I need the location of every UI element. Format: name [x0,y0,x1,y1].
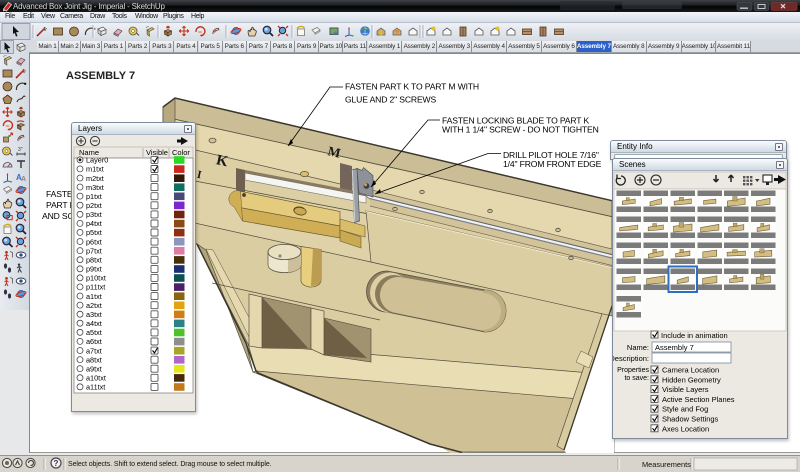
svg-text:p6txt: p6txt [86,237,102,246]
svg-text:Layer0: Layer0 [86,156,108,165]
svg-text:Assembly 7: Assembly 7 [655,343,694,352]
svg-text:Axes Location: Axes Location [662,424,709,433]
svg-text:p2txt: p2txt [86,201,102,210]
svg-text:Description:: Description: [613,354,649,363]
svg-text:m1txt: m1txt [86,165,104,174]
svg-text:Name:: Name: [627,343,649,352]
svg-text:Shadow Settings: Shadow Settings [662,415,719,424]
svg-text:Camera Location: Camera Location [662,366,719,375]
svg-text:a9txt: a9txt [86,364,102,373]
svg-text:a7txt: a7txt [86,346,102,355]
svg-text:Include in animation: Include in animation [661,331,728,340]
svg-text:a8txt: a8txt [86,355,102,364]
svg-text:Properties: Properties [617,367,649,374]
svg-text:WITH 1 1/4" SCREW - DO NOT TIG: WITH 1 1/4" SCREW - DO NOT TIGHTEN [442,125,599,135]
svg-text:a1txt: a1txt [86,292,102,301]
svg-text:m2txt: m2txt [86,174,104,183]
svg-text:p3txt: p3txt [86,210,102,219]
svg-text:1/4" FROM FRONT EDGE: 1/4" FROM FRONT EDGE [503,159,602,169]
svg-text:a4txt: a4txt [86,319,102,328]
svg-text:a10txt: a10txt [86,374,106,383]
svg-text:a11txt: a11txt [86,383,105,392]
svg-text:Visible Layers: Visible Layers [662,385,709,394]
svg-text:m3txt: m3txt [86,183,104,192]
svg-text:p9txt: p9txt [86,265,102,274]
svg-text:a3txt: a3txt [86,310,102,319]
svg-text:FASTEN PART K TO PART M WITH: FASTEN PART K TO PART M WITH [345,82,479,92]
svg-text:p4txt: p4txt [86,219,102,228]
svg-text:Measurements: Measurements [642,460,691,469]
svg-text:a2txt: a2txt [86,301,102,310]
svg-text:a6txt: a6txt [86,337,102,346]
svg-text:Active Section Planes: Active Section Planes [662,395,735,404]
svg-text:a5txt: a5txt [86,328,102,337]
svg-text:Hidden Geometry: Hidden Geometry [662,375,721,384]
svg-text:3": 3" [18,147,23,153]
svg-text:Select objects. Shift to exten: Select objects. Shift to extend select. … [68,461,272,468]
svg-text:p8txt: p8txt [86,256,102,265]
svg-text:p5txt: p5txt [86,228,102,237]
svg-text:ASSEMBLY 7: ASSEMBLY 7 [66,70,135,82]
svg-text:p7txt: p7txt [86,246,102,255]
svg-text:AND SC: AND SC [42,211,74,221]
svg-text:p11txt: p11txt [86,283,105,292]
svg-text:Color: Color [172,148,190,157]
svg-text:to save:: to save: [624,375,649,382]
svg-text:A: A [21,176,26,183]
svg-text:p1txt: p1txt [86,192,102,201]
svg-text:GLUE AND 2" SCREWS: GLUE AND 2" SCREWS [345,95,437,105]
svg-text:p10txt: p10txt [86,274,106,283]
svg-text:Visible: Visible [146,148,168,157]
svg-text:Style and Fog: Style and Fog [662,405,708,414]
svg-text:?: ? [54,459,59,468]
